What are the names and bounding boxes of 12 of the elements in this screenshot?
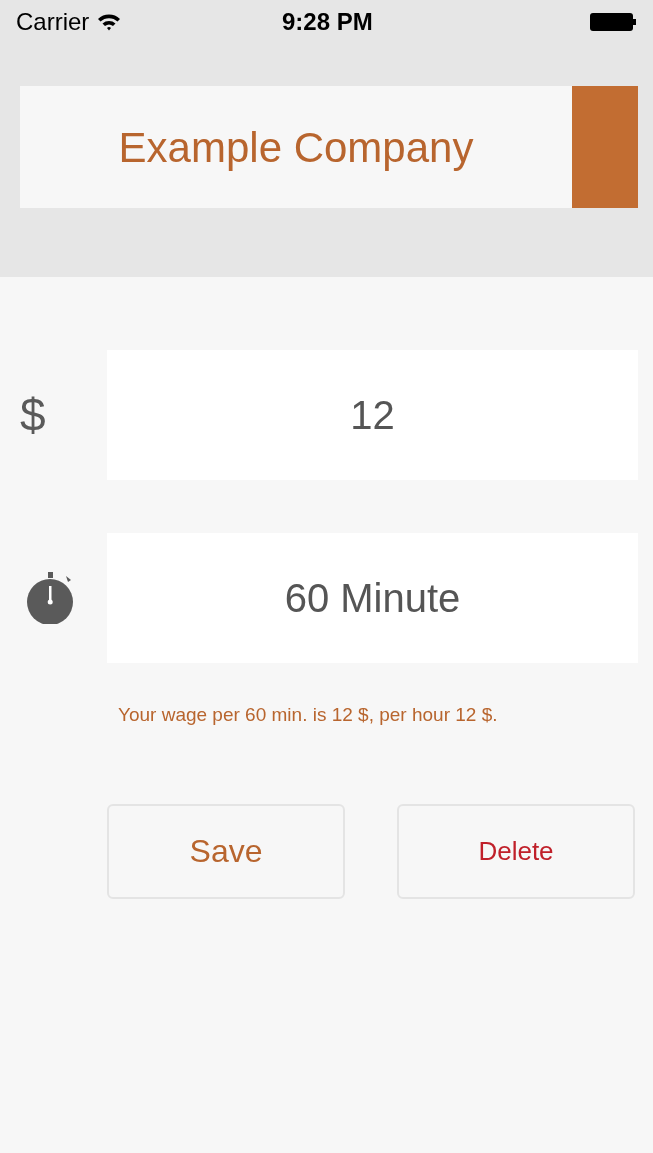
- company-name-field[interactable]: Example Company: [20, 86, 572, 208]
- currency-label: $: [20, 387, 46, 443]
- wage-summary: Your wage per 60 min. is 12 $, per hour 12 $.: [118, 703, 499, 727]
- color-swatch[interactable]: [572, 86, 638, 208]
- save-button[interactable]: Save: [107, 803, 345, 899]
- battery-icon: [589, 12, 637, 32]
- value-field[interactable]: 60 Minute: [107, 533, 638, 663]
- value-field[interactable]: 12: [107, 350, 638, 480]
- delete-button[interactable]: Delete: [397, 803, 635, 899]
- carrier-label: Carrier: [16, 7, 90, 37]
- clock-time: 9:28 PM: [282, 7, 373, 37]
- wifi-icon: [97, 13, 122, 31]
